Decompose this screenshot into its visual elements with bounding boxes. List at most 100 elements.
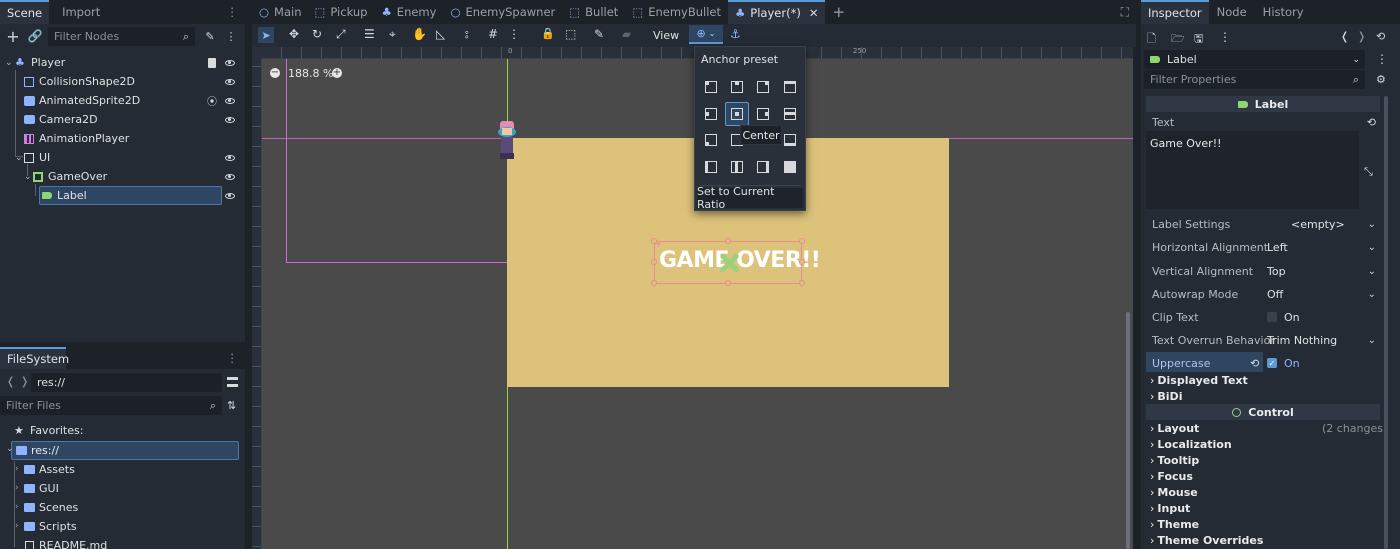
text-value-editor[interactable]: Game Over!!: [1146, 131, 1359, 209]
collapse-arrow-icon[interactable]: ⌄: [6, 444, 14, 454]
anchor-top-wide-button[interactable]: [780, 77, 800, 97]
anchor-center-button[interactable]: [725, 102, 749, 126]
scene-menu-icon[interactable]: ⋮: [226, 29, 237, 43]
prop-label-settings[interactable]: Label Settings <empty> ⌄: [1146, 213, 1380, 235]
list-select-icon[interactable]: ☰: [364, 27, 375, 41]
lock-icon[interactable]: 🔒: [541, 27, 555, 40]
tab-enemybullet[interactable]: ⬚ EnemyBullet: [625, 0, 728, 24]
resize-handle[interactable]: [651, 280, 657, 286]
collapse-arrow-icon[interactable]: ⌄: [24, 172, 32, 182]
tree-node-camera2d[interactable]: Camera2D: [0, 110, 244, 129]
fs-item-scenes[interactable]: › Scenes: [14, 499, 239, 518]
tree-node-player[interactable]: ⌄ ♣ Player: [0, 53, 244, 72]
pivot-icon[interactable]: ⌖: [389, 27, 396, 42]
resize-handle[interactable]: [725, 280, 731, 286]
group-localization[interactable]: › Localization: [1150, 438, 1232, 451]
checkbox-unchecked[interactable]: [1267, 312, 1277, 322]
filter-properties-input[interactable]: Filter Properties ⌕: [1144, 70, 1365, 89]
expand-arrow-icon[interactable]: ›: [15, 521, 19, 531]
zoom-out-icon[interactable]: −: [270, 68, 280, 78]
anchor-center-top-button[interactable]: [727, 77, 747, 97]
group-input[interactable]: › Input: [1150, 502, 1190, 515]
visibility-eye-icon[interactable]: [225, 193, 235, 199]
smart-snap-icon[interactable]: ⦂: [465, 27, 469, 42]
prop-horizontal-alignment[interactable]: Horizontal Alignment Left ⌄: [1146, 236, 1380, 258]
anchor-center-right-button[interactable]: [753, 104, 773, 124]
move-mode-icon[interactable]: ✥: [289, 27, 299, 41]
anchor-marker-icon[interactable]: [717, 251, 741, 275]
close-icon[interactable]: ✕: [809, 6, 819, 20]
anchor-right-wide-button[interactable]: [753, 157, 773, 177]
filter-nodes-input[interactable]: Filter Nodes ⌕: [48, 27, 195, 46]
anchor-bottom-wide-button[interactable]: [780, 130, 800, 150]
anchor-left-wide-button[interactable]: [701, 157, 721, 177]
collapse-arrow-icon[interactable]: ⌄: [5, 58, 13, 68]
set-current-ratio-button[interactable]: Set to Current Ratio: [697, 185, 803, 211]
group-theme-overrides[interactable]: › Theme Overrides: [1150, 534, 1263, 547]
tree-node-label-selected[interactable]: Label: [0, 186, 244, 205]
history-forward-icon[interactable]: ❭: [1357, 30, 1366, 43]
fs-item-assets[interactable]: › Assets: [14, 461, 239, 480]
prop-autowrap-mode[interactable]: Autowrap Mode Off ⌄: [1146, 283, 1380, 305]
visibility-eye-icon[interactable]: [225, 155, 235, 161]
forward-icon[interactable]: ❭: [20, 375, 29, 388]
tree-node-collisionshape2d[interactable]: CollisionShape2D: [0, 72, 244, 91]
player-sprite[interactable]: [494, 119, 520, 163]
tab-node[interactable]: Node: [1209, 0, 1255, 24]
distraction-free-icon[interactable]: ⛶: [1114, 0, 1136, 24]
resize-handle[interactable]: [799, 259, 805, 265]
anchor-center-left-button[interactable]: [701, 104, 721, 124]
path-field[interactable]: res://: [31, 373, 222, 392]
revert-icon[interactable]: ⟲: [1367, 116, 1376, 129]
group-mouse[interactable]: › Mouse: [1150, 486, 1198, 499]
visibility-eye-icon[interactable]: [225, 98, 235, 104]
history-back-icon[interactable]: ❬: [1340, 30, 1349, 43]
fs-root-row[interactable]: ⌄ res://: [6, 441, 239, 460]
checkbox-checked[interactable]: ✓: [1267, 358, 1277, 368]
bone-icon[interactable]: ✎: [594, 27, 604, 41]
ruler-mode-icon[interactable]: ◺: [436, 27, 445, 41]
expand-arrow-icon[interactable]: ›: [15, 464, 19, 474]
signal-icon[interactable]: ⦿: [207, 93, 217, 108]
resource-menu-icon[interactable]: ⋮: [1219, 30, 1231, 44]
resize-handle[interactable]: [799, 238, 805, 244]
filter-files-input[interactable]: Filter Files ⌕: [0, 396, 222, 415]
sort-icon[interactable]: ⇅: [227, 399, 236, 412]
group-icon[interactable]: ⬚: [565, 27, 576, 41]
group-bidi[interactable]: › BiDi: [1150, 390, 1182, 403]
visibility-eye-icon[interactable]: [225, 117, 235, 123]
prop-text-overrun-behavior[interactable]: Text Overrun Behavior Trim Nothing ⌄: [1146, 329, 1380, 351]
tab-inspector[interactable]: Inspector: [1141, 0, 1209, 24]
back-icon[interactable]: ❬: [6, 375, 15, 388]
group-tooltip[interactable]: › Tooltip: [1150, 454, 1199, 467]
fs-item-scripts[interactable]: › Scripts: [14, 518, 239, 537]
tab-player[interactable]: ♣ Player(*) ✕: [727, 0, 826, 24]
scale-mode-icon[interactable]: ⤢: [336, 27, 346, 42]
grid-snap-icon[interactable]: #: [488, 27, 498, 41]
visibility-eye-icon[interactable]: [225, 174, 235, 180]
tab-history[interactable]: History: [1255, 0, 1312, 24]
tree-node-ui[interactable]: ⌄ UI: [0, 148, 244, 167]
save-resource-icon[interactable]: 🖫: [1194, 30, 1203, 49]
revert-icon[interactable]: ⟲: [1250, 357, 1259, 370]
tab-filesystem[interactable]: FileSystem: [0, 347, 69, 369]
anchor-top-left-button[interactable]: [701, 77, 721, 97]
prop-clip-text[interactable]: Clip Text On: [1146, 306, 1380, 328]
add-node-icon[interactable]: +: [6, 27, 20, 46]
viewport-scrollbar[interactable]: [1126, 312, 1130, 549]
tree-node-animationplayer[interactable]: AnimationPlayer: [0, 129, 244, 148]
script-icon[interactable]: ✎: [203, 29, 217, 43]
expand-editor-icon[interactable]: ⤡: [1364, 165, 1373, 179]
tab-import[interactable]: Import: [49, 0, 113, 24]
expand-arrow-icon[interactable]: ›: [15, 502, 19, 512]
anchor-full-rect-button[interactable]: [780, 157, 800, 177]
tab-pickup[interactable]: ⬚ Pickup: [308, 0, 375, 24]
pan-mode-icon[interactable]: ✋: [412, 27, 427, 41]
view-menu[interactable]: View: [653, 29, 679, 42]
object-history-icon[interactable]: ⟲: [1376, 30, 1385, 43]
tab-main[interactable]: ○ Main: [252, 0, 308, 24]
resize-handle[interactable]: [799, 280, 805, 286]
anchor-mode-icon[interactable]: ⚓: [730, 27, 741, 41]
anchor-hcenter-wide-button[interactable]: [780, 104, 800, 124]
tree-node-animatedsprite2d[interactable]: AnimatedSprite2D ⦿: [0, 91, 244, 110]
